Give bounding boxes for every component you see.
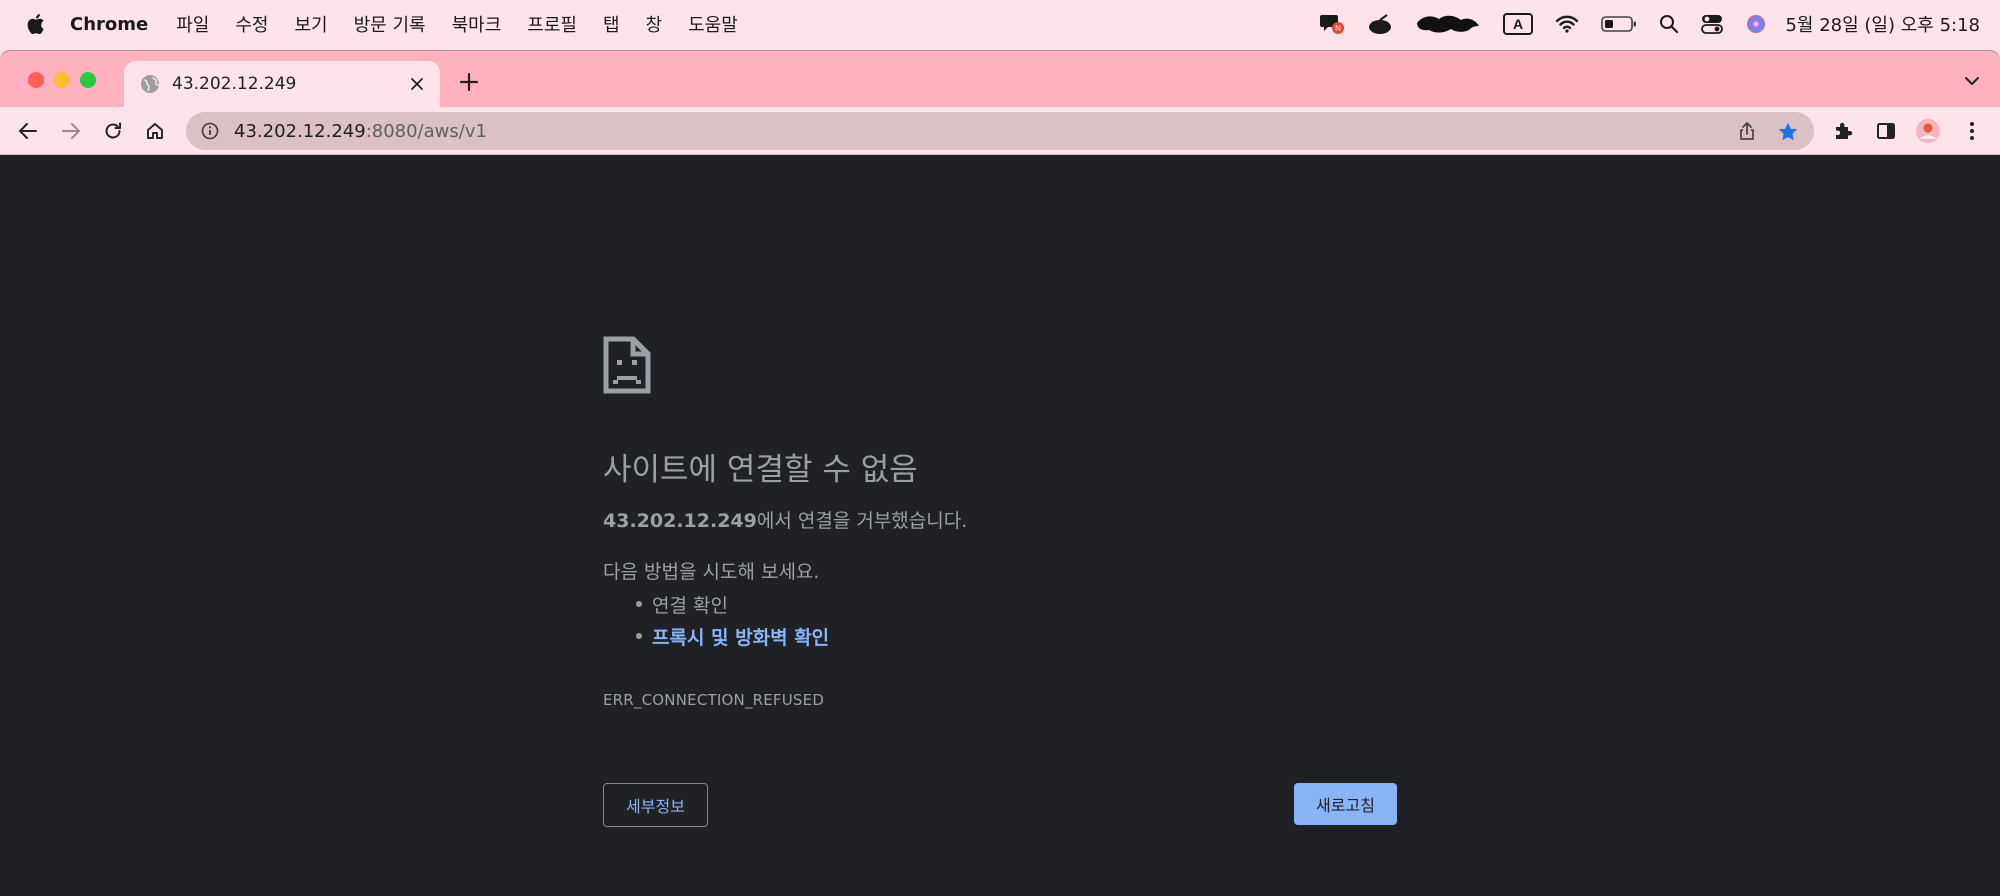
- menu-app-name[interactable]: Chrome: [70, 14, 148, 35]
- url-path: :8080/aws/v1: [365, 120, 487, 142]
- home-icon[interactable]: [141, 117, 169, 145]
- error-page: 사이트에 연결할 수 없음 43.202.12.249에서 연결을 거부했습니다…: [0, 156, 2000, 896]
- menu-help[interactable]: 도움말: [688, 11, 738, 37]
- globe-icon: [140, 74, 160, 94]
- reload-icon[interactable]: [99, 117, 127, 145]
- tab-strip: 43.202.12.249: [0, 51, 2000, 107]
- spotlight-search-icon[interactable]: [1659, 14, 1679, 34]
- suggestions-heading: 다음 방법을 시도해 보세요.: [603, 561, 820, 583]
- minimize-window-button[interactable]: [54, 72, 70, 88]
- wifi-icon[interactable]: [1555, 14, 1579, 34]
- error-host: 43.202.12.249: [603, 510, 757, 532]
- extensions-puzzle-icon[interactable]: [1829, 117, 1857, 145]
- close-tab-icon[interactable]: [406, 73, 428, 95]
- siri-icon[interactable]: [1745, 13, 1767, 35]
- chat-notification-icon[interactable]: N: [1319, 12, 1345, 36]
- chevron-down-icon[interactable]: [1962, 73, 1982, 89]
- mouse-app-icon[interactable]: [1367, 13, 1393, 35]
- back-arrow-icon[interactable]: [14, 117, 42, 145]
- menu-profile[interactable]: 프로필: [527, 11, 577, 37]
- input-source-icon[interactable]: A: [1503, 13, 1534, 35]
- redacted-blob-icon: [1415, 13, 1481, 35]
- error-description-text: 에서 연결을 거부했습니다.: [756, 510, 968, 532]
- input-source-label: A: [1513, 16, 1523, 32]
- bullet-dot: [636, 601, 642, 607]
- menu-edit[interactable]: 수정: [235, 11, 268, 37]
- toolbar: 43.202.12.249:8080/aws/v1: [0, 107, 2000, 155]
- site-info-icon[interactable]: [200, 121, 220, 141]
- menu-history[interactable]: 방문 기록: [354, 11, 426, 37]
- menu-window[interactable]: 창: [646, 11, 663, 37]
- menu-bar: Chrome 파일 수정 보기 방문 기록 북마크 프로필 탭 창 도움말 N …: [0, 0, 2000, 48]
- share-icon[interactable]: [1736, 120, 1758, 142]
- address-bar[interactable]: 43.202.12.249:8080/aws/v1: [186, 112, 1814, 150]
- tab-active[interactable]: 43.202.12.249: [124, 61, 440, 107]
- more-menu-icon[interactable]: [1958, 117, 1986, 145]
- suggestions-list: 연결 확인 프록시 및 방화벽 확인: [636, 588, 829, 652]
- menu-tab[interactable]: 탭: [603, 11, 620, 37]
- status-area: N A 5월 28일 (일) 오후 5:18: [1297, 0, 1980, 48]
- tab-title: 43.202.12.249: [172, 74, 297, 94]
- suggestion-label: 연결 확인: [652, 594, 728, 617]
- forward-arrow-icon[interactable]: [57, 117, 85, 145]
- new-tab-plus-icon[interactable]: [456, 69, 482, 95]
- details-button[interactable]: 세부정보: [603, 783, 708, 827]
- side-panel-icon[interactable]: [1872, 117, 1900, 145]
- profile-avatar[interactable]: [1914, 117, 1942, 145]
- menu-file[interactable]: 파일: [176, 11, 209, 37]
- browser-window: 43.202.12.249 43.202.12.249:8080/aws/v1 …: [0, 50, 2000, 896]
- menu-view[interactable]: 보기: [294, 11, 327, 37]
- suggestion-check-proxy-firewall-link[interactable]: 프록시 및 방화벽 확인: [636, 620, 829, 652]
- suggestion-link-label[interactable]: 프록시 및 방화벽 확인: [652, 623, 829, 650]
- close-window-button[interactable]: [28, 72, 44, 88]
- bookmark-star-icon[interactable]: [1776, 120, 1800, 144]
- control-center-icon[interactable]: [1701, 13, 1724, 35]
- fullscreen-window-button[interactable]: [80, 72, 96, 88]
- bullet-dot: [636, 633, 642, 639]
- menu-bookmarks[interactable]: 북마크: [452, 11, 502, 37]
- error-description: 43.202.12.249에서 연결을 거부했습니다.: [603, 506, 967, 533]
- suggestion-check-connection: 연결 확인: [636, 588, 829, 620]
- error-title: 사이트에 연결할 수 없음: [603, 452, 918, 488]
- battery-icon[interactable]: [1601, 15, 1637, 33]
- error-code: ERR_CONNECTION_REFUSED: [603, 691, 825, 709]
- svg-text:N: N: [1336, 24, 1342, 33]
- reload-button[interactable]: 새로고침: [1294, 783, 1397, 825]
- menubar-clock[interactable]: 5월 28일 (일) 오후 5:18: [1785, 11, 1980, 37]
- url-host: 43.202.12.249: [234, 120, 366, 142]
- address-url[interactable]: 43.202.12.249:8080/aws/v1: [234, 121, 487, 142]
- apple-logo-icon[interactable]: [24, 11, 46, 37]
- sad-document-icon: [603, 336, 651, 394]
